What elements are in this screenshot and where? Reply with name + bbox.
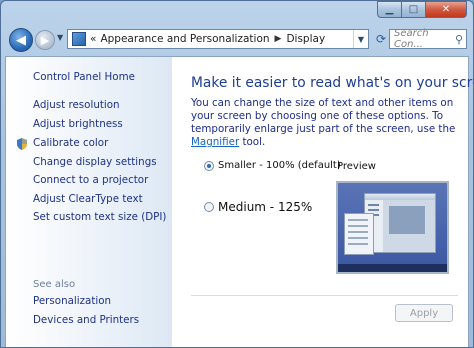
magnifier-link[interactable]: Magnifier: [191, 136, 239, 148]
refresh-button[interactable]: ⟳: [371, 29, 391, 49]
preview-line: [368, 209, 379, 211]
shield-icon: [17, 138, 27, 150]
option-medium[interactable]: Medium - 125%: [204, 200, 312, 214]
sidebar-item-connect-projector[interactable]: Connect to a projector: [33, 174, 148, 186]
see-also-personalization[interactable]: Personalization: [33, 295, 111, 307]
sidebar-item-calibrate-color[interactable]: Calibrate color: [33, 137, 108, 149]
search-icon[interactable]: ⚲: [455, 33, 463, 46]
sidebar-item-adjust-resolution[interactable]: Adjust resolution: [33, 99, 120, 111]
recent-pages-dropdown[interactable]: ▼: [57, 33, 63, 42]
close-button[interactable]: ✕: [425, 1, 467, 18]
minimize-button[interactable]: ▁: [377, 1, 401, 18]
navigation-bar: ◀ ▶ ▼ « Appearance and Personalization ▶…: [5, 27, 469, 53]
preview-line: [348, 225, 368, 227]
preview-image: [336, 181, 449, 274]
chevron-down-icon: ▼: [357, 34, 365, 44]
address-overflow[interactable]: «: [90, 33, 96, 45]
preview-dialog: [344, 213, 374, 255]
see-also-devices-printers[interactable]: Devices and Printers: [33, 314, 139, 326]
see-also-heading: See also: [33, 279, 76, 290]
forward-arrow-icon: ▶: [40, 33, 50, 47]
sidebar-item-custom-text-size[interactable]: Set custom text size (DPI): [33, 211, 166, 223]
search-box[interactable]: Search Con... ⚲: [389, 28, 467, 50]
content-area: Control Panel Home Adjust resolution Adj…: [5, 56, 473, 347]
chevron-down-icon: ▼: [57, 33, 64, 42]
main-panel: Make it easier to read what's on your sc…: [172, 57, 473, 347]
option-medium-label[interactable]: Medium - 125%: [218, 200, 312, 214]
radio-smaller[interactable]: [204, 160, 214, 171]
radio-medium[interactable]: [204, 202, 214, 212]
back-button[interactable]: ◀: [9, 28, 33, 52]
apply-button[interactable]: Apply: [395, 304, 453, 322]
preview-line: [348, 237, 368, 239]
minimize-icon: ▁: [385, 4, 394, 15]
maximize-icon: □: [408, 4, 419, 15]
preview-taskbar: [338, 264, 447, 272]
option-smaller[interactable]: Smaller - 100% (default): [204, 160, 341, 171]
preview-label: Preview: [337, 161, 376, 172]
display-window: ▁ □ ✕ ◀ ▶ ▼ « Appearance and Personaliza…: [0, 0, 474, 348]
sidebar-item-change-display-settings[interactable]: Change display settings: [33, 156, 157, 168]
sidebar: Control Panel Home Adjust resolution Adj…: [6, 57, 172, 347]
close-icon: ✕: [441, 4, 451, 15]
search-placeholder: Search Con...: [394, 28, 429, 50]
preview-line: [348, 243, 368, 245]
sidebar-item-adjust-cleartype[interactable]: Adjust ClearType text: [33, 193, 143, 205]
preview-window: [364, 193, 436, 253]
back-arrow-icon: ◀: [16, 32, 26, 48]
preview-line: [368, 204, 379, 206]
address-bar[interactable]: « Appearance and Personalization ▶ Displ…: [67, 29, 369, 49]
page-description: You can change the size of text and othe…: [191, 97, 463, 149]
breadcrumb-separator-icon[interactable]: ▶: [275, 34, 282, 44]
page-title: Make it easier to read what's on your sc…: [191, 75, 474, 91]
divider: [191, 295, 458, 296]
breadcrumb-display[interactable]: Display: [286, 33, 325, 45]
control-panel-icon: [72, 32, 86, 46]
forward-button[interactable]: ▶: [35, 30, 55, 50]
preview-line: [348, 231, 368, 233]
preview-line: [348, 219, 368, 221]
address-dropdown[interactable]: ▼: [353, 30, 368, 48]
preview-window-content: [389, 206, 425, 234]
sidebar-item-adjust-brightness[interactable]: Adjust brightness: [33, 118, 123, 130]
maximize-button[interactable]: □: [401, 1, 425, 18]
description-text-end: tool.: [239, 136, 266, 148]
breadcrumb-appearance[interactable]: Appearance and Personalization: [100, 33, 269, 45]
refresh-icon: ⟳: [375, 32, 387, 46]
option-smaller-label[interactable]: Smaller - 100% (default): [218, 160, 341, 171]
caption-buttons: ▁ □ ✕: [377, 1, 467, 18]
description-text: You can change the size of text and othe…: [191, 97, 456, 135]
sidebar-control-panel-home[interactable]: Control Panel Home: [33, 71, 135, 83]
